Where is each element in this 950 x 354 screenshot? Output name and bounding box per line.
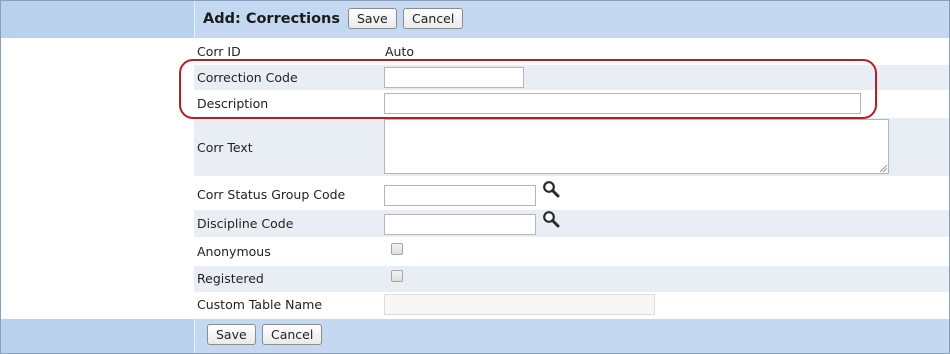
anonymous-checkbox[interactable] [391, 243, 403, 255]
cancel-button[interactable]: Cancel [403, 8, 464, 29]
corr-text-wrapper [384, 119, 889, 174]
footer-bar-inner: Save Cancel [194, 319, 949, 353]
description-label: Description [197, 96, 269, 111]
correction-code-label: Correction Code [197, 70, 298, 85]
footer-bar: Save Cancel [1, 319, 949, 353]
description-input[interactable] [384, 93, 861, 114]
header-bar: Add: Corrections Save Cancel [1, 1, 949, 38]
corr-text-label: Corr Text [197, 140, 253, 155]
custom-table-name-label: Custom Table Name [197, 297, 323, 312]
anonymous-label: Anonymous [197, 244, 271, 259]
registered-label: Registered [197, 271, 264, 286]
correction-code-input[interactable] [384, 67, 524, 88]
corr-id-value: Auto [385, 44, 415, 59]
row-description: Description [194, 91, 949, 117]
discipline-code-label: Discipline Code [197, 216, 294, 231]
save-button[interactable]: Save [348, 8, 397, 29]
page-title: Add: Corrections [203, 11, 340, 27]
row-custom-table-name: Custom Table Name [194, 293, 949, 318]
magnifier-icon[interactable] [542, 180, 562, 198]
corr-status-group-code-label: Corr Status Group Code [197, 187, 346, 202]
row-corr-id: Corr ID Auto [194, 41, 949, 63]
row-correction-code: Correction Code [194, 65, 949, 90]
row-corr-status-group-code: Corr Status Group Code [194, 180, 949, 208]
custom-table-name-input [384, 294, 655, 315]
row-anonymous: Anonymous [194, 239, 949, 265]
discipline-code-input[interactable] [384, 214, 536, 235]
corr-status-group-code-input[interactable] [384, 185, 536, 206]
form-container: Add: Corrections Save Cancel Corr ID Aut… [0, 0, 950, 354]
corr-id-label: Corr ID [197, 44, 241, 59]
header-bar-inner: Add: Corrections Save Cancel [194, 1, 949, 38]
row-registered: Registered [194, 266, 949, 292]
registered-checkbox[interactable] [391, 270, 403, 282]
row-corr-text: Corr Text [194, 118, 949, 176]
footer-save-button[interactable]: Save [207, 324, 256, 345]
footer-cancel-button[interactable]: Cancel [262, 324, 323, 345]
resize-grip-icon[interactable] [880, 165, 887, 172]
magnifier-icon[interactable] [542, 210, 562, 228]
row-discipline-code: Discipline Code [194, 210, 949, 237]
corr-text-textarea[interactable] [384, 119, 889, 174]
